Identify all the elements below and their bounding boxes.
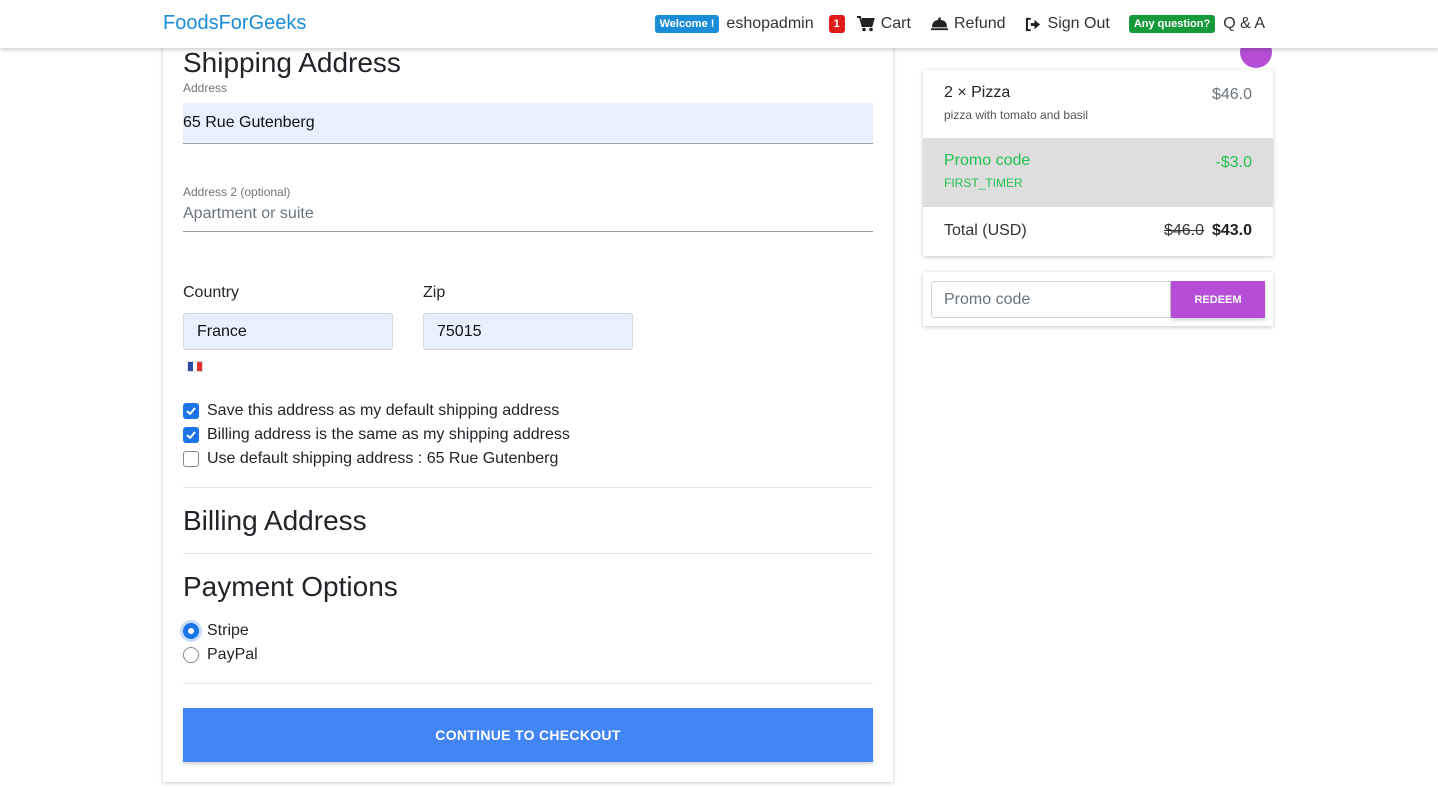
france-flag-icon: [187, 361, 203, 372]
qa-label: Q & A: [1223, 15, 1265, 32]
refund-link[interactable]: Refund: [931, 15, 1006, 33]
divider: [183, 487, 873, 488]
zip-label: Zip: [423, 284, 446, 301]
promo-row: Promo code FIRST_TIMER -$3.0: [923, 138, 1273, 206]
cart-count-badge: 1: [828, 15, 845, 33]
radio-label: Stripe: [207, 622, 249, 639]
country-input[interactable]: France: [183, 313, 393, 350]
cart-item-price: $46.0: [1211, 86, 1252, 103]
country-value: France: [197, 322, 247, 340]
promo-code-placeholder: Promo code: [944, 290, 1031, 308]
promo-code-input[interactable]: Promo code: [931, 281, 1171, 318]
cloche-icon: [931, 16, 948, 30]
country-label: Country: [183, 284, 240, 301]
cart-item-name: 2 × Pizza: [944, 84, 1011, 101]
refund-label: Refund: [953, 15, 1006, 32]
address-value: 65 Rue Gutenberg: [183, 114, 315, 131]
checkbox-checked-icon: [183, 403, 199, 419]
address-input[interactable]: 65 Rue Gutenberg: [183, 103, 873, 144]
billing-same-checkbox[interactable]: Billing address is the same as my shippi…: [183, 426, 570, 444]
zip-input[interactable]: 75015: [423, 313, 633, 350]
radio-unselected-icon: [183, 647, 199, 663]
zip-value: 75015: [437, 322, 482, 340]
sign-out-label: Sign Out: [1047, 15, 1110, 32]
address-label: Address: [183, 81, 228, 95]
address2-input[interactable]: Apartment or suite: [183, 200, 873, 232]
nav-right-group: Welcome ! eshopadmin 1 Cart Refund Sign …: [654, 0, 1265, 48]
user-menu[interactable]: Welcome ! eshopadmin: [654, 15, 814, 33]
total-original-price: $46.0: [1163, 222, 1204, 239]
redeem-button[interactable]: REDEEM: [1171, 281, 1265, 318]
cart-item-row: 2 × Pizza pizza with tomato and basil $4…: [923, 70, 1273, 138]
total-final-price: $43.0: [1211, 222, 1252, 239]
brand-logo-link[interactable]: FoodsForGeeks: [163, 12, 306, 35]
promo-code-value: FIRST_TIMER: [944, 176, 1023, 190]
payment-radio-stripe[interactable]: Stripe: [183, 622, 249, 640]
total-label: Total (USD): [944, 222, 1027, 239]
shopping-cart-icon: [856, 16, 875, 32]
checkbox-label: Use default shipping address : 65 Rue Gu…: [207, 450, 559, 467]
top-navbar: FoodsForGeeks Welcome ! eshopadmin 1 Car…: [0, 0, 1438, 48]
promo-label: Promo code: [944, 152, 1031, 169]
cart-label: Cart: [880, 15, 911, 32]
promo-discount: -$3.0: [1215, 154, 1252, 171]
continue-to-checkout-button[interactable]: CONTINUE TO CHECKOUT: [183, 708, 873, 762]
shipping-address-heading: Shipping Address: [183, 47, 401, 78]
qa-link[interactable]: Any question? Q & A: [1128, 15, 1265, 33]
cart-item-description: pizza with tomato and basil: [944, 108, 1089, 122]
divider: [183, 683, 873, 684]
sign-out-icon: [1025, 17, 1040, 31]
any-question-badge: Any question?: [1128, 15, 1216, 33]
cart-link[interactable]: 1 Cart: [828, 15, 911, 33]
total-row: Total (USD) $46.0 $43.0: [923, 206, 1273, 256]
radio-selected-icon: [183, 623, 199, 639]
payment-options-heading: Payment Options: [183, 571, 398, 602]
checkbox-unchecked-icon: [183, 451, 199, 467]
username-label: eshopadmin: [726, 15, 814, 32]
promo-code-form: Promo code REDEEM: [923, 272, 1273, 326]
use-default-address-checkbox[interactable]: Use default shipping address : 65 Rue Gu…: [183, 450, 558, 468]
payment-radio-paypal[interactable]: PayPal: [183, 646, 258, 664]
sign-out-link[interactable]: Sign Out: [1025, 15, 1110, 33]
checkbox-label: Billing address is the same as my shippi…: [207, 426, 570, 443]
welcome-badge: Welcome !: [654, 15, 720, 33]
save-default-address-checkbox[interactable]: Save this address as my default shipping…: [183, 402, 559, 420]
divider: [183, 553, 873, 554]
checkbox-label: Save this address as my default shipping…: [207, 402, 560, 419]
address2-placeholder: Apartment or suite: [183, 205, 314, 222]
checkbox-checked-icon: [183, 427, 199, 443]
cart-summary-card: 2 × Pizza pizza with tomato and basil $4…: [923, 70, 1273, 256]
address2-label: Address 2 (optional): [183, 185, 291, 199]
radio-label: PayPal: [207, 646, 258, 663]
billing-address-heading: Billing Address: [183, 505, 367, 536]
